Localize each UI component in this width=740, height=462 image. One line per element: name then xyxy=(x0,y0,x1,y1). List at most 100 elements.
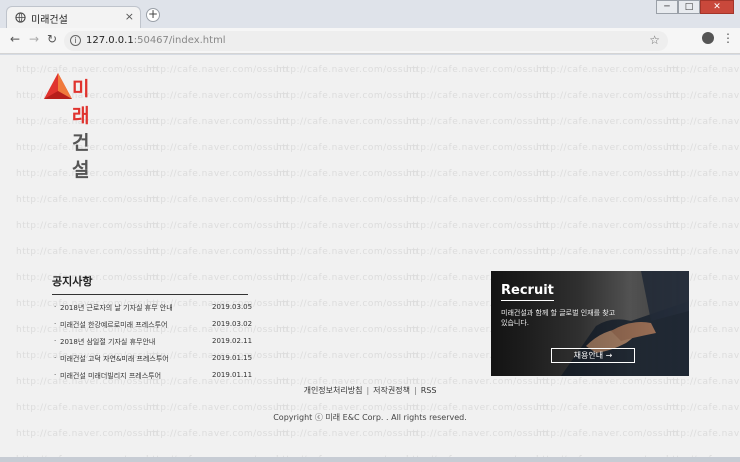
watermark-text: http://cafe.naver.com/ossum xyxy=(536,221,679,231)
watermark-text: http://cafe.naver.com/ossum xyxy=(666,143,740,153)
watermark-text: http://cafe.naver.com/ossum xyxy=(146,429,289,439)
window-bottom-border xyxy=(0,457,740,462)
footer-separator: | xyxy=(366,386,370,395)
watermark-text: http://cafe.naver.com/ossum xyxy=(276,195,419,205)
watermark-text: http://cafe.naver.com/ossum xyxy=(16,429,159,439)
watermark-text: http://cafe.naver.com/ossum xyxy=(406,143,549,153)
logo-triangle-icon xyxy=(44,73,72,99)
watermark-text: http://cafe.naver.com/ossum xyxy=(406,221,549,231)
account-icon[interactable] xyxy=(702,32,714,44)
watermark-text: http://cafe.naver.com/ossum xyxy=(536,143,679,153)
notice-title: 공지사항 xyxy=(52,273,248,295)
url-host: 127.0.0.1 xyxy=(86,35,134,46)
bookmark-star-icon[interactable]: ☆ xyxy=(649,33,660,47)
watermark-text: http://cafe.naver.com/ossum xyxy=(406,117,549,127)
watermark-text: http://cafe.naver.com/ossum xyxy=(406,91,549,101)
watermark-text: http://cafe.naver.com/ossum xyxy=(536,169,679,179)
watermark-text: http://cafe.naver.com/ossum xyxy=(536,91,679,101)
watermark-text: http://cafe.naver.com/ossum xyxy=(666,221,740,231)
recruit-title: Recruit xyxy=(501,283,554,301)
notice-item[interactable]: · 미래건설 고덕 자연&미래 프레스투어 2019.01.15 xyxy=(52,352,252,369)
watermark-text: http://cafe.naver.com/ossum xyxy=(406,429,549,439)
watermark-text: http://cafe.naver.com/ossum xyxy=(536,429,679,439)
watermark-text: http://cafe.naver.com/ossum xyxy=(666,117,740,127)
address-bar[interactable]: i 127.0.0.1:50467/index.html ☆ xyxy=(64,31,668,51)
notice-item-date: 2019.01.11 xyxy=(212,371,253,379)
notice-item[interactable]: · 2018년 삼일절 기자실 휴무안내 2019.02.11 xyxy=(52,335,252,352)
watermark-text: http://cafe.naver.com/ossum xyxy=(146,117,289,127)
bullet: · xyxy=(54,303,57,311)
watermark-text: http://cafe.naver.com/ossum xyxy=(666,429,740,439)
copyright-text: Copyright ⓒ 미래 E&C Corp. . All rights re… xyxy=(273,413,467,422)
forward-arrow-icon[interactable]: → xyxy=(29,32,39,46)
watermark-text: http://cafe.naver.com/ossum xyxy=(276,325,419,335)
notice-item[interactable]: · 2018년 근로자의 날 기자실 휴무 안내 2019.03.05 xyxy=(52,301,252,318)
maximize-button[interactable]: □ xyxy=(678,0,700,14)
privacy-policy-link[interactable]: 개인정보처리방침 xyxy=(304,386,363,395)
watermark-text: http://cafe.naver.com/ossum xyxy=(276,299,419,309)
url-path: :50467/index.html xyxy=(133,35,226,46)
footer-links: 개인정보처리방침 | 저작권정책 | RSS xyxy=(0,385,740,396)
notice-item-title[interactable]: 2018년 근로자의 날 기자실 휴무 안내 xyxy=(60,303,173,313)
notice-item-title[interactable]: 미래건설 미래더빌리지 프레스투어 xyxy=(60,371,161,381)
recruit-info-button[interactable]: 채용안내 → xyxy=(551,348,635,363)
info-icon[interactable]: i xyxy=(70,35,81,46)
browser-tab[interactable]: 미래건설 × xyxy=(6,6,141,28)
watermark-text: http://cafe.naver.com/ossum xyxy=(276,221,419,231)
notice-item-title[interactable]: 미래건설 한강예르로미래 프레스투어 xyxy=(60,320,168,330)
close-window-button[interactable]: ✕ xyxy=(700,0,734,14)
watermark-text: http://cafe.naver.com/ossum xyxy=(276,143,419,153)
notice-item-title[interactable]: 미래건설 고덕 자연&미래 프레스투어 xyxy=(60,354,169,364)
back-arrow-icon[interactable]: ← xyxy=(10,32,20,46)
watermark-text: http://cafe.naver.com/ossum xyxy=(16,195,159,205)
recruit-banner[interactable]: Recruit 미래건설과 함께 할 글로벌 인재를 찾고 있습니다. 채용안내… xyxy=(491,271,689,376)
bullet: · xyxy=(54,371,57,379)
watermark-text: http://cafe.naver.com/ossum xyxy=(536,117,679,127)
watermark-text: http://cafe.naver.com/ossum xyxy=(276,91,419,101)
rss-link[interactable]: RSS xyxy=(421,386,437,395)
watermark-text: http://cafe.naver.com/ossum xyxy=(666,169,740,179)
notice-item-date: 2019.01.15 xyxy=(212,354,253,362)
watermark-text: http://cafe.naver.com/ossum xyxy=(406,65,549,75)
watermark-text: http://cafe.naver.com/ossum xyxy=(146,169,289,179)
watermark-text: http://cafe.naver.com/ossum xyxy=(276,351,419,361)
watermark-text: http://cafe.naver.com/ossum xyxy=(146,91,289,101)
watermark-text: http://cafe.naver.com/ossum xyxy=(146,195,289,205)
reload-icon[interactable]: ↻ xyxy=(47,32,57,46)
watermark-text: http://cafe.naver.com/ossum xyxy=(276,117,419,127)
browser-titlebar: 미래건설 × + ─ □ ✕ xyxy=(0,0,740,28)
watermark-layer: http://cafe.naver.com/ossum http://cafe.n… xyxy=(0,55,740,457)
copyright-policy-link[interactable]: 저작권정책 xyxy=(373,386,410,395)
notice-item-title[interactable]: 2018년 삼일절 기자실 휴무안내 xyxy=(60,337,155,347)
logo-text-gray: 건설 xyxy=(72,132,90,181)
watermark-text: http://cafe.naver.com/ossum xyxy=(666,247,740,257)
notice-item-date: 2019.03.02 xyxy=(212,320,253,328)
tab-close-icon[interactable]: × xyxy=(125,10,134,23)
new-tab-button[interactable]: + xyxy=(146,8,160,22)
minimize-button[interactable]: ─ xyxy=(656,0,678,14)
watermark-text: http://cafe.naver.com/ossum xyxy=(276,429,419,439)
logo-text: 미래건설 xyxy=(72,74,90,182)
url-text[interactable]: 127.0.0.1:50467/index.html xyxy=(86,35,226,46)
recruit-description: 미래건설과 함께 할 글로벌 인재를 찾고 있습니다. xyxy=(501,309,616,327)
watermark-text: http://cafe.naver.com/ossum xyxy=(406,195,549,205)
page-viewport: http://cafe.naver.com/ossum http://cafe.n… xyxy=(0,55,740,457)
watermark-text: http://cafe.naver.com/ossum xyxy=(146,221,289,231)
notice-list: · 2018년 근로자의 날 기자실 휴무 안내 2019.03.05 · 미래건설 한… xyxy=(52,301,252,386)
watermark-text: http://cafe.naver.com/ossum xyxy=(276,65,419,75)
notice-item[interactable]: · 미래건설 미래더빌리지 프레스투어 2019.01.11 xyxy=(52,369,252,386)
watermark-text: http://cafe.naver.com/ossum xyxy=(536,65,679,75)
notice-item[interactable]: · 미래건설 한강예르로미래 프레스투어 2019.03.02 xyxy=(52,318,252,335)
watermark-text: http://cafe.naver.com/ossum xyxy=(276,169,419,179)
watermark-text: http://cafe.naver.com/ossum xyxy=(406,169,549,179)
bullet: · xyxy=(54,337,57,345)
kebab-menu-icon[interactable]: ⋮ xyxy=(722,32,734,44)
browser-toolbar: ← → ↻ i 127.0.0.1:50467/index.html ☆ ⋮ xyxy=(0,28,740,54)
watermark-text: http://cafe.naver.com/ossum xyxy=(666,195,740,205)
watermark-text: http://cafe.naver.com/ossum xyxy=(406,247,549,257)
watermark-text: http://cafe.naver.com/ossum xyxy=(536,195,679,205)
watermark-text: http://cafe.naver.com/ossum xyxy=(16,221,159,231)
watermark-text: http://cafe.naver.com/ossum xyxy=(146,143,289,153)
watermark-text: http://cafe.naver.com/ossum xyxy=(16,247,159,257)
watermark-text: http://cafe.naver.com/ossum xyxy=(666,91,740,101)
